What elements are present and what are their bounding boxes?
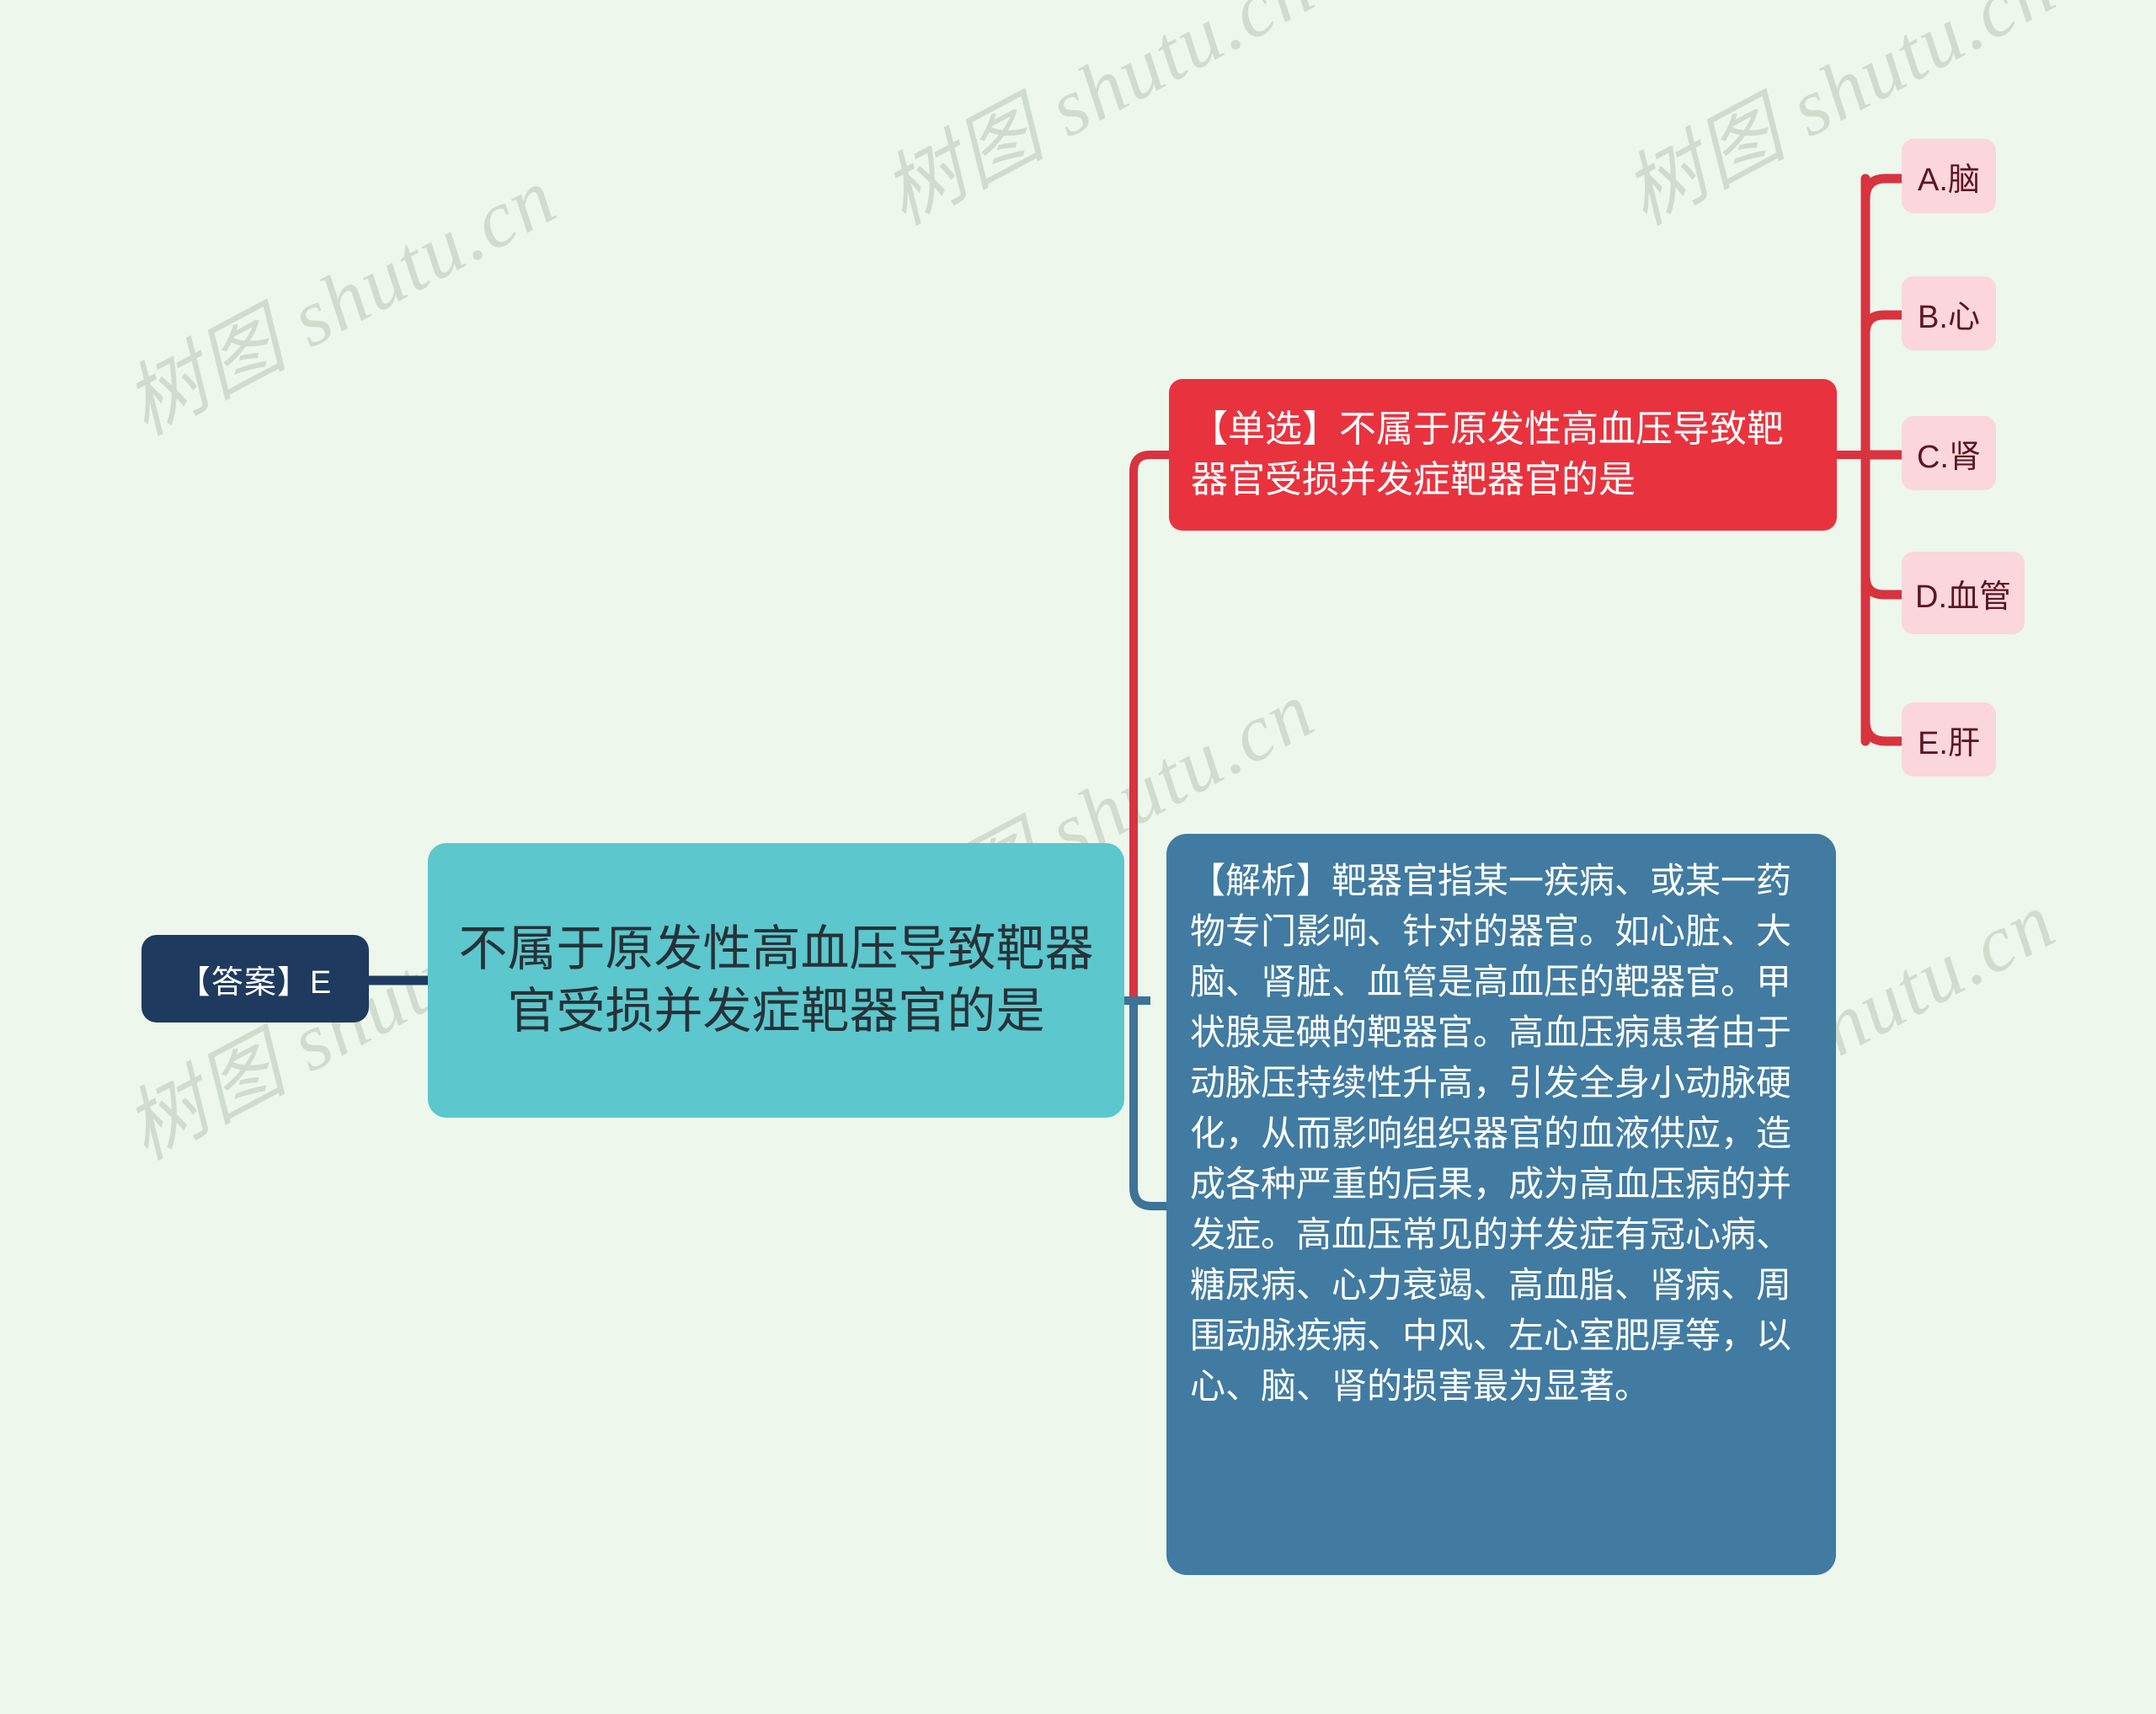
root-topic-node[interactable]: 不属于原发性高血压导致靶器官受损并发症靶器官的是 xyxy=(428,843,1124,1118)
option-chip-label: A.脑 xyxy=(1918,162,1980,198)
connector-root-to-explanation xyxy=(1121,996,1177,1210)
connector-branch-option-b xyxy=(1860,310,1907,339)
connector-branch-option-e xyxy=(1860,716,1907,746)
question-node[interactable]: 【单选】不属于原发性高血压导致靶器官受损并发症靶器官的是 xyxy=(1169,379,1837,531)
option-chip-b[interactable]: B.心 xyxy=(1902,276,1996,350)
option-chip-e[interactable]: E.肝 xyxy=(1902,702,1996,777)
option-chip-c[interactable]: C.肾 xyxy=(1902,416,1996,490)
answer-badge[interactable]: 【答案】E xyxy=(141,935,369,1023)
connector-branch-option-d xyxy=(1860,571,1907,600)
option-chip-d[interactable]: D.血管 xyxy=(1902,552,2025,634)
option-chip-label: E.肝 xyxy=(1918,725,1980,761)
option-chip-label: C.肾 xyxy=(1916,439,1981,475)
connector-root-to-question xyxy=(1121,451,1177,1005)
option-chip-label: B.心 xyxy=(1918,299,1980,335)
option-chip-a[interactable]: A.脑 xyxy=(1902,139,1996,213)
option-chip-label: D.血管 xyxy=(1915,579,2012,615)
mindmap-canvas: 树图 shutu.cn 树图 shutu.cn 树图 shutu.cn 树图 shut… xyxy=(0,0,2156,1714)
connector-branch-option-a xyxy=(1860,174,1907,204)
explanation-node[interactable]: 【解析】靶器官指某一疾病、或某一药物专门影响、针对的器官。如心脏、大脑、肾脏、血… xyxy=(1166,834,1836,1575)
